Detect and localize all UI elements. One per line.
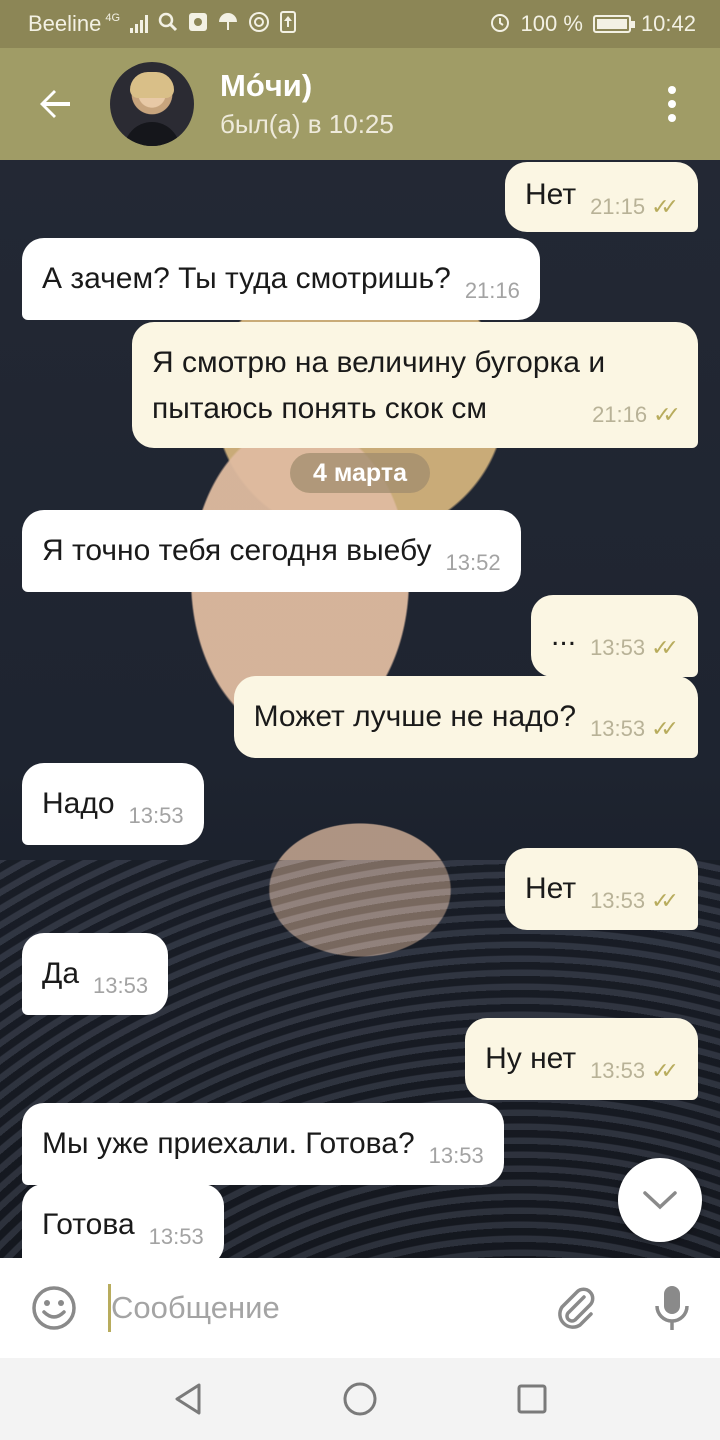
emoji-button[interactable] <box>0 1258 108 1358</box>
message-text: Нет <box>524 178 577 211</box>
message-meta: 13:53 <box>129 793 184 839</box>
message-bubble[interactable]: Мы уже приехали. Готова? 13:53 <box>22 1103 504 1185</box>
date-separator: 4 марта <box>290 453 430 493</box>
message-text: Мы уже приехали. Готова? <box>42 1127 415 1160</box>
message-time: 13:53 <box>590 1058 646 1083</box>
contact-info[interactable]: Мо́чи) был(а) в 10:25 <box>220 67 624 141</box>
more-vertical-icon <box>668 86 676 94</box>
system-nav-bar <box>0 1358 720 1440</box>
message-time: 13:53 <box>590 635 646 660</box>
read-ticks-icon: ✓✓ <box>651 888 679 913</box>
smile-icon <box>32 1286 76 1330</box>
message-composer <box>0 1258 720 1358</box>
message-time: 13:53 <box>428 1143 484 1168</box>
message-bubble[interactable]: Готова 13:53 <box>22 1184 224 1258</box>
microphone-icon <box>655 1286 689 1330</box>
microphone-button[interactable] <box>624 1258 720 1358</box>
nav-back-button[interactable] <box>158 1369 218 1429</box>
message-meta: 13:53 ✓✓ <box>590 706 679 752</box>
nav-home-button[interactable] <box>330 1369 390 1429</box>
message-text: ... <box>551 619 577 652</box>
clock: 10:42 <box>640 11 696 36</box>
status-bar-right: 100 % 10:42 <box>489 11 696 37</box>
message-time: 13:53 <box>148 1224 204 1249</box>
read-ticks-icon: ✓✓ <box>651 194 679 219</box>
message-bubble[interactable]: Да 13:53 <box>22 933 169 1015</box>
message-text: Ну нет <box>485 1042 577 1075</box>
message-bubble[interactable]: Я смотрю на величину бугорка и пытаюсь п… <box>132 322 698 448</box>
message-meta: 21:16 <box>465 268 520 314</box>
chat-header: Мо́чи) был(а) в 10:25 <box>0 48 720 160</box>
message-bubble[interactable]: Я точно тебя сегодня выебу 13:52 <box>22 510 521 592</box>
message-text: Готова <box>42 1208 135 1241</box>
back-button[interactable] <box>0 48 110 160</box>
home-circle-icon <box>343 1382 377 1416</box>
message-time: 13:53 <box>93 973 149 998</box>
message-bubble[interactable]: Нет 21:15 ✓✓ <box>504 162 698 232</box>
nav-recents-button[interactable] <box>502 1369 562 1429</box>
arrow-back-icon <box>40 90 70 118</box>
message-bubble[interactable]: Надо 13:53 <box>22 763 204 845</box>
message-time: 13:53 <box>590 888 646 913</box>
message-time: 13:53 <box>590 716 646 741</box>
message-text: Я смотрю на величину бугорка и пытаюсь п… <box>152 346 606 425</box>
chevron-down-icon <box>643 1191 677 1210</box>
message-bubble[interactable]: А зачем? Ты туда смотришь? 21:16 <box>22 238 540 320</box>
message-text: Надо <box>42 787 115 820</box>
read-ticks-icon: ✓✓ <box>653 402 681 427</box>
recents-square-icon <box>517 1384 547 1414</box>
carrier-label: Beeline <box>28 11 102 36</box>
message-meta: 21:16 ✓✓ <box>592 392 681 438</box>
last-seen-status: был(а) в 10:25 <box>220 109 394 139</box>
read-ticks-icon: ✓✓ <box>651 1058 679 1083</box>
umbrella-icon <box>218 12 238 36</box>
paperclip-icon <box>558 1287 595 1329</box>
read-ticks-icon: ✓✓ <box>651 716 679 741</box>
battery-icon <box>592 15 635 33</box>
message-time: 21:16 <box>592 402 648 427</box>
contact-name: Мо́чи) <box>220 68 313 103</box>
alarm-icon <box>489 11 511 37</box>
message-meta: 13:53 <box>93 963 148 1009</box>
message-text: Я точно тебя сегодня выебу <box>42 534 432 567</box>
message-meta: 13:52 <box>446 540 501 586</box>
avatar[interactable] <box>110 62 194 146</box>
scroll-down-button[interactable] <box>618 1158 702 1242</box>
message-meta: 21:15 ✓✓ <box>590 184 679 230</box>
status-bar-left: Beeline 4G <box>28 11 297 37</box>
message-time: 13:53 <box>128 803 184 828</box>
message-input[interactable] <box>110 1290 528 1326</box>
upload-icon <box>280 11 297 37</box>
image-icon <box>188 12 208 36</box>
message-bubble[interactable]: Может лучше не надо? 13:53 ✓✓ <box>233 676 698 758</box>
read-ticks-icon: ✓✓ <box>651 635 679 660</box>
message-text: А зачем? Ты туда смотришь? <box>42 262 451 295</box>
message-time: 21:15 <box>590 194 646 219</box>
attach-button[interactable] <box>528 1258 624 1358</box>
message-meta: 13:53 ✓✓ <box>590 625 679 671</box>
network-type: 4G <box>105 12 121 24</box>
chat-area[interactable]: Нет 21:15 ✓✓ А зачем? Ты туда смотришь? 21:… <box>0 160 720 1258</box>
message-text: Нет <box>524 872 577 905</box>
message-bubble[interactable]: Нет 13:53 ✓✓ <box>504 848 698 930</box>
at-icon <box>248 11 270 37</box>
back-triangle-icon <box>175 1383 201 1415</box>
signal-icon <box>130 15 149 33</box>
search-icon <box>158 12 178 36</box>
message-text: Может лучше не надо? <box>253 700 577 733</box>
battery-percent: 100 % <box>520 11 583 36</box>
message-text: Да <box>42 957 80 990</box>
message-bubble[interactable]: Ну нет 13:53 ✓✓ <box>465 1018 698 1100</box>
message-time: 13:52 <box>445 550 501 575</box>
message-meta: 13:53 ✓✓ <box>590 1048 679 1094</box>
message-meta: 13:53 ✓✓ <box>590 878 679 924</box>
message-meta: 13:53 <box>149 1214 204 1258</box>
message-time: 21:16 <box>464 278 520 303</box>
status-bar: Beeline 4G 100 % 10:42 <box>0 0 720 48</box>
message-meta: 13:53 <box>429 1133 484 1179</box>
more-menu-button[interactable] <box>624 48 720 160</box>
message-input-wrapper[interactable] <box>108 1258 528 1358</box>
message-bubble[interactable]: ... 13:53 ✓✓ <box>531 595 698 677</box>
